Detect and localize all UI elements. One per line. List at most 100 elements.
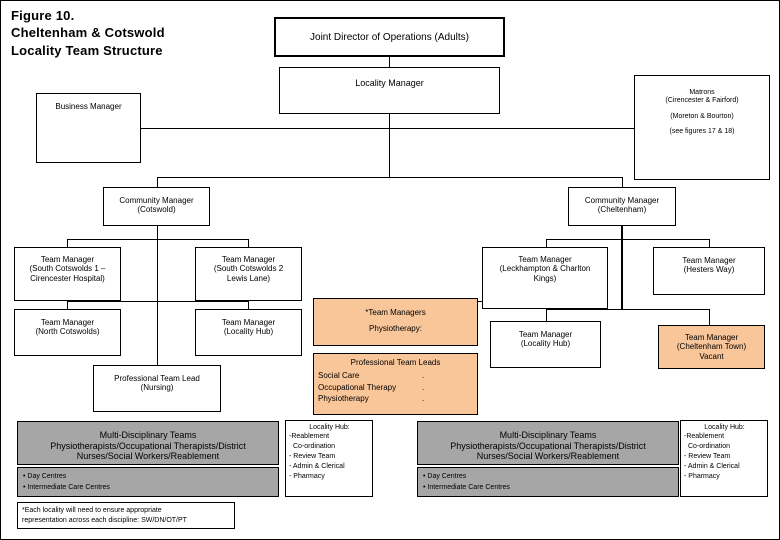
locality-hub-left-heading: Locality Hub:	[309, 424, 350, 431]
node-cm-cheltenham-line-1: Community Manager	[584, 196, 660, 205]
node-team-manager-south-cotswolds-2[interactable]: Team Manager (South Cotswolds 2 Lewis La…	[195, 247, 302, 301]
node-team-manager-north-cotswolds[interactable]: Team Manager (North Cotswolds)	[14, 309, 121, 356]
connector-cheltenham-row2	[546, 309, 709, 310]
connector-cheltenham-row1-left	[546, 239, 547, 247]
node-team-manager-leckhampton[interactable]: Team Manager (Leckhampton & Charlton Kin…	[482, 247, 608, 309]
connector-cheltenham-spine	[621, 225, 623, 310]
connector-locality-spine	[389, 114, 390, 177]
node-professional-team-lead-nursing[interactable]: Professional Team Lead (Nursing)	[93, 365, 221, 412]
node-team-managers-physiotherapy[interactable]: *Team Managers Physiotherapy:	[313, 298, 478, 346]
connector-cotswold-row1	[67, 239, 248, 240]
connector-community-crossbar	[157, 177, 622, 178]
figure-title-line-2: Cheltenham & Cotswold	[11, 25, 165, 41]
node-team-manager-south-cotswolds-1[interactable]: Team Manager (South Cotswolds 1 – Cirenc…	[14, 247, 121, 301]
connector-cotswold-spine	[157, 225, 158, 365]
mdt-right-line-2: Physiotherapists/Occupational Therapists…	[450, 440, 646, 451]
connector-cotswold-row2-left	[67, 301, 68, 309]
locality-hub-left-item: -Reablement	[289, 433, 330, 440]
node-cm-cotswold-line-2: (Cotswold)	[137, 205, 176, 215]
connector-cotswold-row2	[67, 301, 248, 302]
node-tm-sc2-line-1: Team Manager	[221, 255, 276, 264]
node-locality-hub-right[interactable]: Locality Hub: -Reablement Co-ordination …	[680, 420, 768, 497]
node-tm-sc2-line-2: (South Cotswolds 2	[213, 264, 284, 274]
node-mdt-right-services[interactable]: • Day Centres • Intermediate Care Centre…	[417, 467, 679, 497]
professional-team-leads-heading: Professional Team Leads	[350, 358, 441, 367]
locality-hub-left-item: - Review Team	[289, 452, 336, 460]
node-tm-lh-left-line-2: (Locality Hub)	[223, 327, 274, 337]
ptl-row-value: .	[422, 394, 425, 404]
professional-team-leads-row: Occupational Therapy .	[318, 382, 473, 394]
node-tm-sc2-line-3: Lewis Lane)	[226, 273, 271, 283]
mdt-left-line-1: Multi-Disciplinary Teams	[99, 430, 197, 440]
node-tm-leck-line-1: Team Manager	[518, 255, 572, 264]
connector-cheltenham-row1-right	[709, 239, 710, 247]
figure-title-line-1: Figure 10.	[11, 8, 75, 23]
footnote-line-2: representation across each discipline: S…	[22, 517, 187, 525]
node-tm-sc1-line-3: Cirencester Hospital)	[30, 273, 105, 283]
mdt-right-service-item: • Day Centres	[423, 473, 467, 480]
connector-cheltenham-row2-left	[546, 309, 547, 321]
node-locality-manager[interactable]: Locality Manager	[279, 67, 500, 114]
node-joint-director-of-operations[interactable]: Joint Director of Operations (Adults)	[274, 17, 505, 57]
node-tm-leck-line-2: (Leckhampton & Charlton	[499, 264, 591, 274]
connector-to-cm-cotswold	[157, 177, 158, 187]
mdt-left-line-3: Nurses/Social Workers/Reablement	[76, 451, 220, 462]
mdt-right-line-1: Multi-Disciplinary Teams	[499, 430, 597, 440]
node-community-manager-cotswold[interactable]: Community Manager (Cotswold)	[103, 187, 210, 226]
node-tm-lh-right-line-1: Team Manager	[518, 330, 573, 339]
node-tm-sc1-line-2: (South Cotswolds 1 –	[29, 264, 106, 274]
node-professional-team-leads[interactable]: Professional Team Leads Social Care . Oc…	[313, 353, 478, 415]
connector-cheltenham-row1	[546, 239, 709, 240]
node-tm-hw-line-2: (Hesters Way)	[683, 265, 735, 275]
locality-hub-right-item: -Reablement	[684, 433, 725, 440]
locality-hub-right-heading: Locality Hub:	[704, 424, 745, 431]
mdt-left-service-item: • Day Centres	[23, 473, 67, 480]
professional-team-leads-row: Social Care .	[318, 370, 473, 382]
ptl-row-label: Occupational Therapy	[318, 382, 397, 392]
locality-hub-right-list: -Reablement Co-ordination - Review Team …	[684, 432, 765, 482]
figure-footnote: *Each locality will need to ensure appro…	[17, 502, 235, 529]
locality-hub-right-item: - Pharmacy	[684, 472, 720, 480]
node-tm-lh-right-line-2: (Locality Hub)	[520, 339, 571, 349]
locality-hub-right-item: Co-ordination	[688, 442, 731, 450]
connector-cheltenham-row2-right	[709, 309, 710, 325]
locality-hub-left-list: -Reablement Co-ordination - Review Team …	[289, 432, 370, 482]
node-mdt-right[interactable]: Multi-Disciplinary Teams Physiotherapist…	[417, 421, 679, 465]
ptl-row-value: .	[422, 382, 425, 392]
node-tm-physio-line-2: Physiotherapy:	[369, 324, 422, 334]
node-team-manager-cheltenham-town-vacant[interactable]: Team Manager (Cheltenham Town) Vacant	[658, 325, 765, 369]
locality-hub-right-item: - Admin & Clerical	[684, 462, 740, 470]
node-matrons-line-4: (see figures 17 & 18)	[669, 127, 735, 135]
mdt-right-line-3: Nurses/Social Workers/Reablement	[476, 451, 620, 462]
node-business-manager-label: Business Manager	[55, 102, 122, 111]
node-tm-nc-line-2: (North Cotswolds)	[35, 327, 100, 337]
node-tm-sc1-line-1: Team Manager	[40, 255, 95, 264]
node-tm-leck-line-3: Kings)	[533, 273, 557, 283]
mdt-right-service-item: • Intermediate Care Centres	[423, 483, 510, 491]
figure-title-line-3: Locality Team Structure	[11, 42, 163, 58]
node-team-manager-hesters-way[interactable]: Team Manager (Hesters Way)	[653, 247, 765, 295]
node-team-manager-locality-hub-cotswold[interactable]: Team Manager (Locality Hub)	[195, 309, 302, 356]
node-community-manager-cheltenham[interactable]: Community Manager (Cheltenham)	[568, 187, 676, 226]
node-team-manager-locality-hub-cheltenham[interactable]: Team Manager (Locality Hub)	[490, 321, 601, 368]
node-locality-manager-label: Locality Manager	[355, 78, 424, 88]
professional-team-leads-row: Physiotherapy .	[318, 393, 473, 405]
node-matrons-line-3: (Moreton & Bourton)	[670, 112, 734, 120]
node-matrons[interactable]: Matrons (Cirencester & Fairford) (Moreto…	[634, 75, 770, 180]
node-mdt-left[interactable]: Multi-Disciplinary Teams Physiotherapist…	[17, 421, 279, 465]
node-matrons-line-2: (Cirencester & Fairford)	[665, 97, 739, 105]
locality-hub-left-item: - Pharmacy	[289, 472, 325, 480]
node-business-manager[interactable]: Business Manager	[36, 93, 141, 163]
node-mdt-left-services[interactable]: • Day Centres • Intermediate Care Centre…	[17, 467, 279, 497]
ptl-row-label: Physiotherapy	[318, 394, 369, 404]
node-locality-hub-left[interactable]: Locality Hub: -Reablement Co-ordination …	[285, 420, 373, 497]
node-tm-physio-line-1: *Team Managers	[365, 308, 426, 317]
node-cm-cheltenham-line-2: (Cheltenham)	[597, 205, 647, 215]
node-tm-chelt-town-line-2: (Cheltenham Town)	[676, 342, 747, 352]
connector-business-to-matrons	[140, 128, 635, 129]
node-tm-nc-line-1: Team Manager	[40, 318, 95, 327]
node-ptl-nursing-line-1: Professional Team Lead	[114, 374, 200, 383]
ptl-row-label: Social Care	[318, 371, 360, 380]
locality-hub-right-item: - Review Team	[684, 452, 731, 460]
connector-director-to-locality	[389, 57, 390, 67]
